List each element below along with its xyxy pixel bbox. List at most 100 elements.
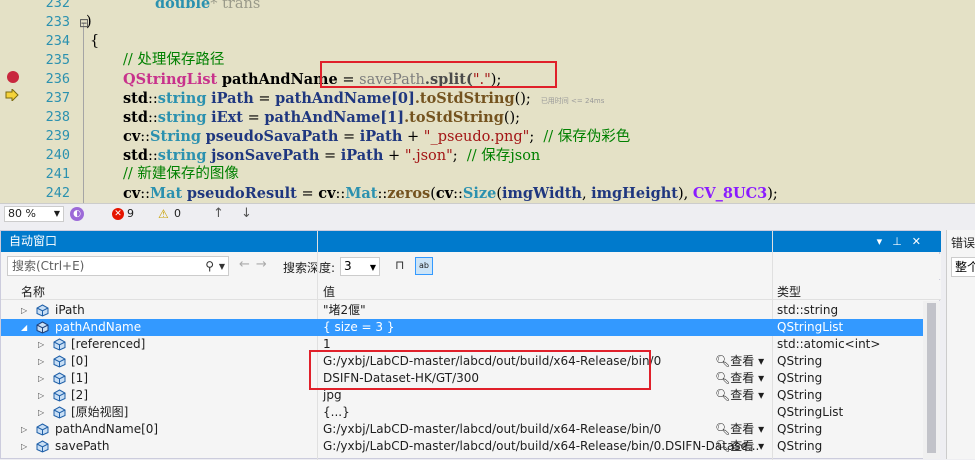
warning-count[interactable]: 0	[174, 207, 181, 220]
line-number: 232	[45, 0, 70, 11]
code-health-icon[interactable]: ◐	[70, 207, 84, 221]
visualizer-button[interactable]: 🔍︎查看 ▾	[715, 438, 764, 455]
expand-icon[interactable]: ▷	[21, 438, 27, 455]
code-line-239[interactable]: cv::String pseudoSavaPath = iPath + "_ps…	[123, 127, 630, 147]
zoom-select[interactable]: 80 % ▼	[4, 206, 64, 222]
panel-title[interactable]: 错误	[951, 234, 975, 251]
row-value[interactable]: G:/yxbj/LabCD-master/labcd/out/build/x64…	[323, 421, 661, 438]
panel-title: 自动窗口	[9, 234, 58, 248]
code-line-234[interactable]: {	[90, 32, 99, 51]
row-name: [原始视图]	[71, 405, 129, 419]
code-line-233[interactable]: )	[86, 13, 92, 32]
error-icon[interactable]: ✕	[112, 208, 124, 220]
visualizer-button[interactable]: 🔍︎查看 ▾	[715, 370, 764, 387]
line-number: 234	[45, 33, 70, 49]
line-number: 239	[45, 128, 70, 144]
visualizer-button[interactable]: 🔍︎查看 ▾	[715, 353, 764, 370]
row-type: QString	[777, 422, 823, 436]
code-line-232[interactable]: double* trans	[155, 0, 260, 14]
variable-icon	[36, 440, 49, 453]
arrow-up-icon[interactable]: ↑	[213, 206, 224, 221]
collapse-icon[interactable]: ◢	[21, 319, 27, 336]
expand-icon[interactable]: ▷	[21, 302, 27, 319]
hex-display-toggle[interactable]: ab	[415, 257, 433, 275]
close-icon[interactable]: ✕	[912, 235, 931, 248]
row-name: pathAndName	[55, 320, 142, 334]
row-name: [1]	[71, 371, 88, 385]
table-row[interactable]: ▷ pathAndName[0] G:/yxbj/LabCD-master/la…	[1, 421, 923, 438]
code-line-238[interactable]: std::string iExt = pathAndName[1].toStdS…	[123, 108, 520, 128]
pin-column-icon[interactable]: ⊓	[395, 258, 404, 272]
highlight-box	[309, 350, 651, 390]
line-number: 233	[45, 14, 70, 30]
column-type[interactable]: 类型	[777, 283, 801, 300]
code-line-240[interactable]: std::string jsonSavePath = iPath + ".jso…	[123, 146, 540, 166]
scope-select[interactable]: 整个	[951, 257, 975, 277]
table-row-selected[interactable]: ◢ pathAndName { size = 3 } QStringList	[1, 319, 923, 336]
highlight-box	[320, 61, 557, 88]
variable-icon	[53, 389, 66, 402]
table-row[interactable]: ▷ savePath G:/yxbj/LabCD-master/labcd/ou…	[1, 438, 923, 455]
code-line-235[interactable]: // 处理保存路径	[123, 51, 224, 70]
expand-icon[interactable]: ▷	[38, 404, 44, 421]
row-name: pathAndName[0]	[55, 422, 159, 436]
variable-icon	[36, 304, 49, 317]
column-value[interactable]: 值	[323, 283, 335, 300]
expand-icon[interactable]: ▷	[21, 421, 27, 438]
code-editor[interactable]: ⊟ 232 233 234 235 236 237 238 239 240 24…	[0, 0, 975, 203]
row-value[interactable]: {...}	[323, 404, 350, 421]
search-input[interactable]: 搜索(Ctrl+E) ⚲ ▼	[7, 256, 229, 276]
visualizer-button[interactable]: 🔍︎查看 ▾	[715, 387, 764, 404]
expand-icon[interactable]: ▷	[38, 353, 44, 370]
instruction-pointer-icon	[5, 89, 19, 101]
search-depth-label: 搜索深度:	[283, 261, 336, 275]
back-arrow-icon[interactable]: ←	[239, 257, 256, 272]
variable-icon	[53, 338, 66, 351]
line-number: 238	[45, 109, 70, 125]
search-depth-select[interactable]: 3 ▼	[340, 257, 380, 276]
line-number: 236	[45, 71, 70, 87]
autos-toolbar: 搜索(Ctrl+E) ⚲ ▼ ←→ 搜索深度: 3 ▼ ⊓ ab	[1, 254, 941, 279]
row-value[interactable]: G:/yxbj/LabCD-master/labcd/out/build/x64…	[323, 438, 759, 455]
chevron-down-icon: ▼	[53, 209, 60, 218]
warning-icon[interactable]: ⚠	[158, 207, 169, 221]
column-name[interactable]: 名称	[21, 283, 45, 300]
magnifier-icon: 🔍︎	[715, 422, 731, 436]
visualizer-button[interactable]: 🔍︎查看 ▾	[715, 421, 764, 438]
autos-window: 自动窗口 ▾⊥✕ 搜索(Ctrl+E) ⚲ ▼ ←→ 搜索深度: 3 ▼ ⊓ ab…	[0, 230, 941, 460]
scrollbar-thumb[interactable]	[927, 303, 936, 453]
expand-icon[interactable]: ▷	[38, 336, 44, 353]
column-header: 名称 值 类型	[1, 280, 941, 300]
expand-icon[interactable]: ▷	[38, 370, 44, 387]
row-value[interactable]: "堵2偃"	[323, 302, 366, 319]
vertical-scrollbar[interactable]	[923, 301, 940, 459]
search-icon[interactable]: ⚲	[205, 257, 214, 275]
magnifier-icon: 🔍︎	[715, 388, 731, 402]
elapsed-time-hint: 已用时间 <= 24ms	[540, 97, 605, 105]
code-line-241[interactable]: // 新建保存的图像	[123, 165, 239, 184]
glyph-margin[interactable]	[0, 0, 24, 203]
fold-guide	[83, 23, 84, 203]
dropdown-icon[interactable]: ▾	[877, 235, 893, 248]
code-line-242[interactable]: cv::Mat pseudoResult = cv::Mat::zeros(cv…	[123, 184, 778, 203]
magnifier-icon: 🔍︎	[715, 354, 731, 368]
arrow-down-icon[interactable]: ↓	[241, 206, 252, 221]
forward-arrow-icon[interactable]: →	[256, 257, 273, 272]
autos-title-bar[interactable]: 自动窗口 ▾⊥✕	[1, 231, 941, 252]
magnifier-icon: 🔍︎	[715, 439, 731, 453]
chevron-down-icon[interactable]: ▼	[219, 258, 225, 276]
breakpoint-icon[interactable]	[7, 71, 19, 83]
row-type: QString	[777, 388, 823, 402]
variable-icon	[36, 321, 49, 334]
table-row[interactable]: ▷ iPath "堵2偃" std::string	[1, 302, 923, 319]
pin-icon[interactable]: ⊥	[892, 235, 912, 248]
row-name: [2]	[71, 388, 88, 402]
expand-icon[interactable]: ▷	[38, 387, 44, 404]
row-name: savePath	[55, 439, 110, 453]
row-value[interactable]: { size = 3 }	[323, 319, 394, 336]
row-type: QString	[777, 371, 823, 385]
variable-icon	[53, 406, 66, 419]
error-count[interactable]: 9	[127, 207, 134, 220]
line-number: 242	[45, 185, 70, 201]
table-row[interactable]: ▷ [原始视图] {...} QStringList	[1, 404, 923, 421]
